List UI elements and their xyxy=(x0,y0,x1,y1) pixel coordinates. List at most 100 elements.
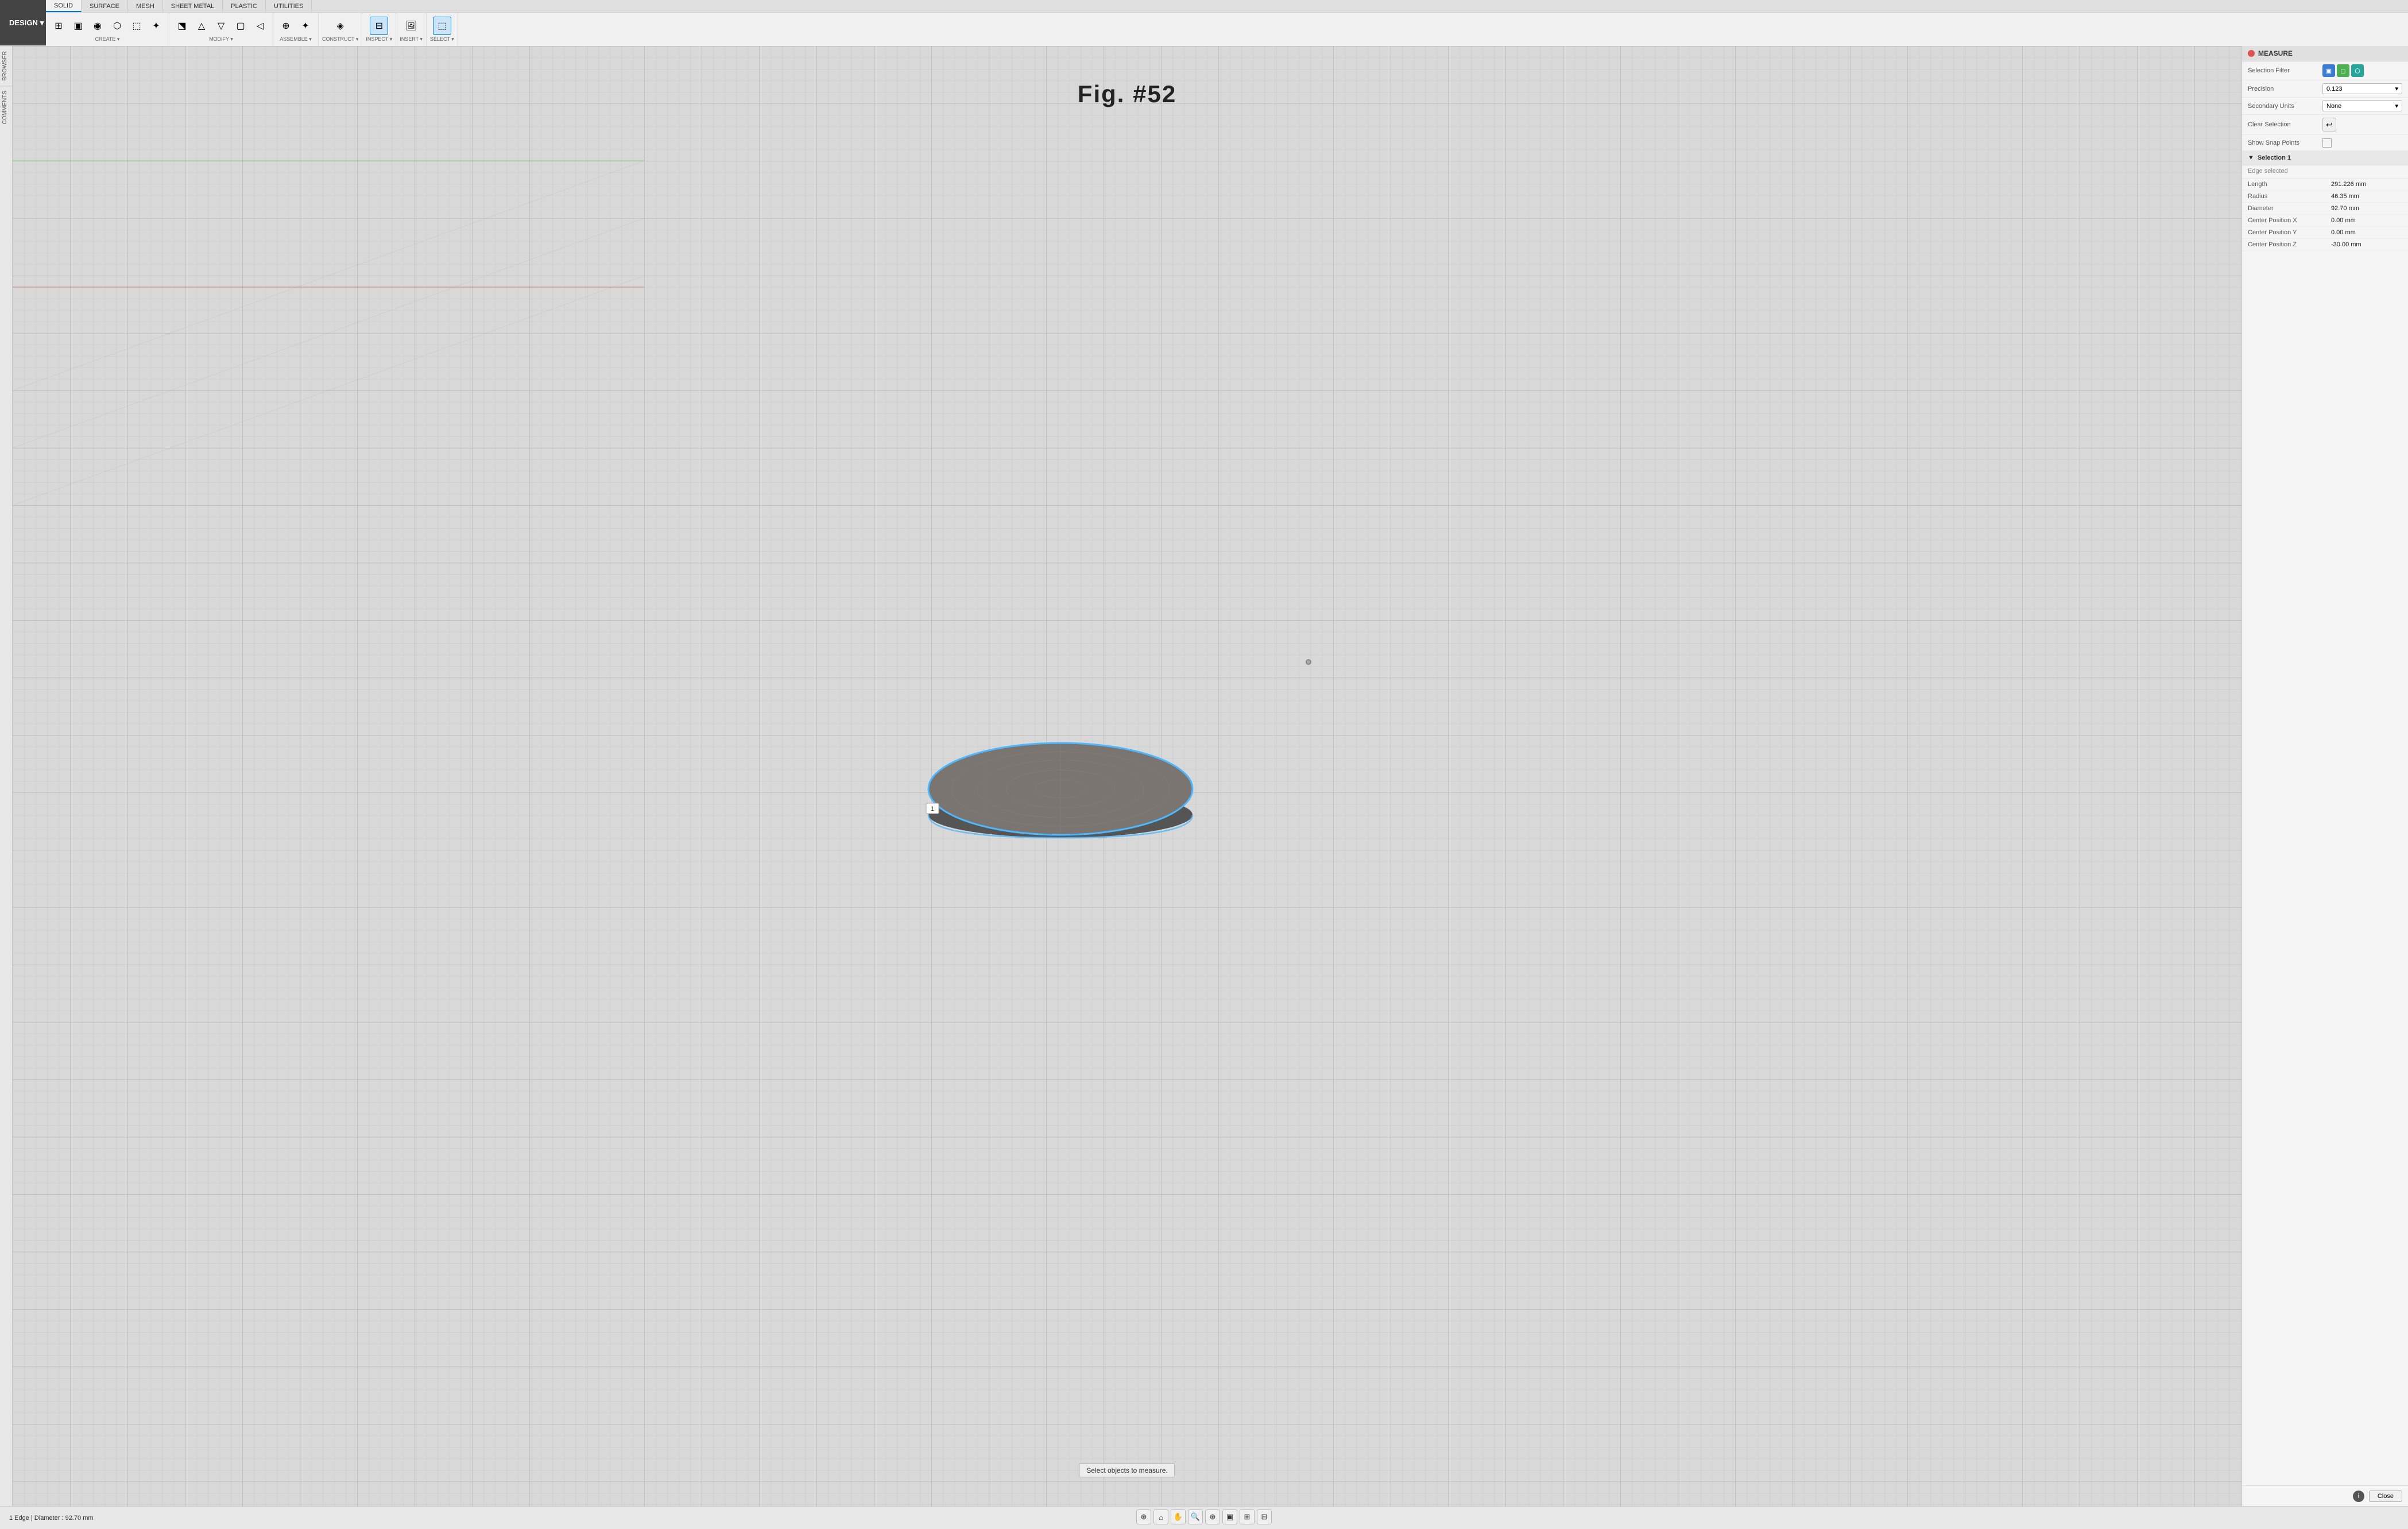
clear-selection-row: Clear Selection ↩ xyxy=(2242,115,2408,135)
joint-btn[interactable]: ⊕ xyxy=(277,17,295,35)
viewport[interactable]: Fig. #52 1 Selec xyxy=(13,46,2241,1506)
orbit-btn[interactable]: ✋ xyxy=(1171,1509,1186,1524)
tab-surface[interactable]: SURFACE xyxy=(82,0,128,12)
filter-icons: ▣ ◻ ⬡ xyxy=(2322,64,2364,77)
zoom-btn[interactable]: 🔍 xyxy=(1188,1509,1203,1524)
construct-group: ◈ CONSTRUCT ▾ xyxy=(319,13,362,46)
hole-btn[interactable]: ⬚ xyxy=(127,17,146,35)
length-value: 291.226 mm xyxy=(2331,181,2366,188)
filter-edge-icon[interactable]: ⬡ xyxy=(2351,64,2364,77)
zoom2-btn[interactable]: ⊕ xyxy=(1205,1509,1220,1524)
inspect-group: ⊟ INSPECT ▾ xyxy=(362,13,396,46)
inspect-buttons: ⊟ xyxy=(370,17,388,35)
home-view-btn[interactable]: ⌂ xyxy=(1153,1509,1168,1524)
center-y-value: 0.00 mm xyxy=(2331,229,2356,236)
insert-image-btn[interactable]: 🖼 xyxy=(402,17,420,35)
modify-group: ⬔ △ ▽ ▢ ◁ MODIFY ▾ xyxy=(169,13,273,46)
revolve-btn[interactable]: ⬡ xyxy=(108,17,126,35)
modify-more-btn[interactable]: ◁ xyxy=(251,17,269,35)
selection-filter-row: Selection Filter ▣ ◻ ⬡ xyxy=(2242,61,2408,80)
layout-btn[interactable]: ⊟ xyxy=(1257,1509,1272,1524)
tab-utilities[interactable]: UTILITIES xyxy=(266,0,312,12)
selection1-label: Selection 1 xyxy=(2258,154,2291,161)
snap-points-checkbox[interactable] xyxy=(2322,138,2332,148)
panel-footer: i Close xyxy=(2241,1485,2408,1506)
precision-row: Precision 0.123 ▾ xyxy=(2242,80,2408,98)
chamfer-btn[interactable]: △ xyxy=(192,17,211,35)
create-sketch-btn[interactable]: ▣ xyxy=(69,17,87,35)
select-btn[interactable]: ⬚ xyxy=(433,17,451,35)
diameter-value: 92.70 mm xyxy=(2331,205,2359,212)
modify-label: MODIFY ▾ xyxy=(209,36,233,42)
display-mode-btn[interactable]: ▣ xyxy=(1222,1509,1237,1524)
design-arrow: ▾ xyxy=(40,18,44,28)
browser-tab[interactable]: BROWSER xyxy=(0,46,12,86)
length-label: Length xyxy=(2248,181,2331,188)
collapse-arrow: ▼ xyxy=(2248,154,2254,161)
filter-body-icon[interactable]: ▣ xyxy=(2322,64,2335,77)
selection1-header[interactable]: ▼ Selection 1 xyxy=(2242,151,2408,165)
inspect-label: INSPECT ▾ xyxy=(366,36,392,42)
grid-btn[interactable]: ⊞ xyxy=(1240,1509,1255,1524)
center-y-label: Center Position Y xyxy=(2248,229,2331,236)
close-button[interactable]: Close xyxy=(2369,1491,2402,1502)
center-z-value: -30.00 mm xyxy=(2331,241,2361,248)
radius-label: Radius xyxy=(2248,193,2331,200)
assemble-more-btn[interactable]: ✦ xyxy=(296,17,315,35)
design-button[interactable]: DESIGN ▾ xyxy=(0,0,53,45)
left-panels: BROWSER COMMENTS xyxy=(0,46,13,1506)
tabs-row: SOLID SURFACE MESH SHEET METAL PLASTIC U… xyxy=(46,0,2408,13)
assemble-buttons: ⊕ ✦ xyxy=(277,17,315,35)
tab-mesh[interactable]: MESH xyxy=(128,0,163,12)
precision-value: 0.123 xyxy=(2326,86,2343,92)
select-label: SELECT ▾ xyxy=(430,36,454,42)
precision-label: Precision xyxy=(2248,86,2322,92)
filter-face-icon[interactable]: ◻ xyxy=(2337,64,2349,77)
panel-close-dot[interactable] xyxy=(2248,50,2255,57)
tab-plastic[interactable]: PLASTIC xyxy=(223,0,266,12)
create-label: CREATE ▾ xyxy=(95,36,120,42)
precision-dropdown[interactable]: 0.123 ▾ xyxy=(2322,83,2402,94)
radius-value: 46.35 mm xyxy=(2331,193,2359,200)
clear-selection-btn[interactable]: ↩ xyxy=(2322,118,2336,131)
tab-sheet-metal[interactable]: SHEET METAL xyxy=(163,0,223,12)
secondary-units-value: None xyxy=(2326,103,2341,110)
statusbar: ⊕ ⌂ ✋ 🔍 ⊕ ▣ ⊞ ⊟ 1 Edge | Diameter : 92.7… xyxy=(0,1506,2408,1529)
create-buttons: ⊞ ▣ ◉ ⬡ ⬚ ✦ xyxy=(49,17,165,35)
measure-panel: MEASURE Selection Filter ▣ ◻ ⬡ Precision… xyxy=(2241,46,2408,1506)
toolbar-groups: ⊞ ▣ ◉ ⬡ ⬚ ✦ CREATE ▾ ⬔ △ ▽ ▢ ◁ MODIFY ▾ … xyxy=(46,13,2408,46)
selection-label-text: 1 xyxy=(930,806,934,812)
extrude-btn[interactable]: ◉ xyxy=(88,17,107,35)
secondary-units-dropdown[interactable]: None ▾ xyxy=(2322,100,2402,111)
center-x-row: Center Position X 0.00 mm xyxy=(2242,215,2408,227)
center-z-label: Center Position Z xyxy=(2248,241,2331,248)
info-button[interactable]: i xyxy=(2353,1491,2364,1502)
diameter-label: Diameter xyxy=(2248,205,2331,212)
construct-label: CONSTRUCT ▾ xyxy=(322,36,358,42)
measure-btn[interactable]: ⊟ xyxy=(370,17,388,35)
comments-tab[interactable]: COMMENTS xyxy=(0,86,12,129)
create-more-btn[interactable]: ✦ xyxy=(147,17,165,35)
origin-btn[interactable]: ⊕ xyxy=(1136,1509,1151,1524)
precision-arrow: ▾ xyxy=(2395,85,2398,92)
clear-selection-label: Clear Selection xyxy=(2248,121,2322,128)
measure-title: MEASURE xyxy=(2258,49,2293,57)
construct-buttons: ◈ xyxy=(331,17,350,35)
center-x-label: Center Position X xyxy=(2248,217,2331,224)
scale-btn[interactable]: ▢ xyxy=(231,17,250,35)
tab-solid[interactable]: SOLID xyxy=(46,0,82,12)
shell-btn[interactable]: ▽ xyxy=(212,17,230,35)
snap-points-label: Show Snap Points xyxy=(2248,140,2322,146)
assemble-group: ⊕ ✦ ASSEMBLE ▾ xyxy=(273,13,319,46)
fillet-btn[interactable]: ⬔ xyxy=(173,17,191,35)
select-message: Select objects to measure. xyxy=(1079,1464,1175,1477)
diameter-row: Diameter 92.70 mm xyxy=(2242,203,2408,215)
statusbar-right: 1 Edge | Diameter : 92.70 mm xyxy=(9,1515,94,1522)
insert-group: 🖼 INSERT ▾ xyxy=(396,13,427,46)
insert-label: INSERT ▾ xyxy=(400,36,423,42)
assemble-label: ASSEMBLE ▾ xyxy=(280,36,312,42)
new-component-btn[interactable]: ⊞ xyxy=(49,17,68,35)
construct-btn[interactable]: ◈ xyxy=(331,17,350,35)
radius-row: Radius 46.35 mm xyxy=(2242,191,2408,203)
design-label: DESIGN xyxy=(9,18,38,27)
